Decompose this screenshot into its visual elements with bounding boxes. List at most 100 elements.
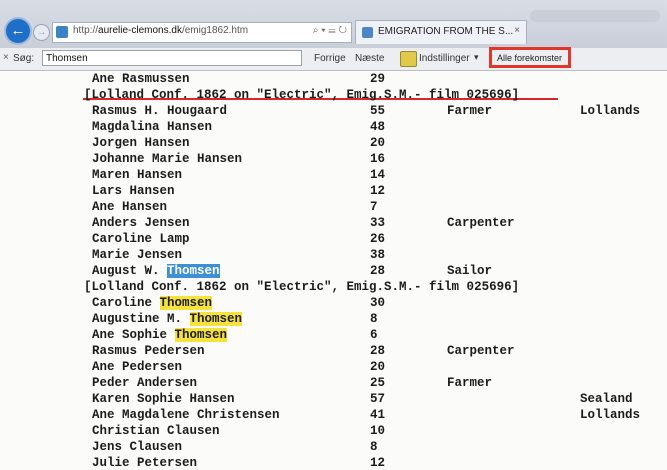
browser-window: ← → http://aurelie-clemons.dk/emig1862.h… [0, 0, 667, 470]
emigrant-age: 30 [370, 296, 386, 310]
emigrant-name: Rasmus Pedersen [92, 344, 205, 358]
table-row: Magdalina Hansen 48 [0, 120, 667, 134]
find-next-button[interactable]: Næste [355, 53, 384, 64]
find-close-icon[interactable]: × [3, 52, 9, 63]
emigrant-name: August W. Thomsen [92, 264, 220, 278]
browser-toolbar: ← → http://aurelie-clemons.dk/emig1862.h… [0, 0, 667, 48]
emigrant-age: 41 [370, 408, 386, 422]
table-row: Rasmus H. Hougaard 55 Farmer Lollands [0, 104, 667, 118]
emigrant-region: Lollands [580, 408, 641, 422]
emigrant-name: Lars Hansen [92, 184, 175, 198]
emigrant-age: 20 [370, 136, 386, 150]
emigrant-name: Anders Jensen [92, 216, 190, 230]
table-row: Rasmus Pedersen 28 Carpenter [0, 344, 667, 358]
emigrant-name: Maren Hansen [92, 168, 183, 182]
emigrant-name: Ane Magdalene Christensen [92, 408, 280, 422]
emigrant-age: 14 [370, 168, 386, 182]
emigrant-age: 8 [370, 440, 378, 454]
emigrant-age: 25 [370, 376, 386, 390]
emigrant-name: Karen Sophie Hansen [92, 392, 235, 406]
page-content: Ane Rasmussen 29 [Lolland Conf. 1862 on "E… [0, 71, 667, 470]
emigrant-age: 26 [370, 232, 386, 246]
back-arrow-icon[interactable]: ← [6, 19, 30, 43]
emigrant-name: Rasmus H. Hougaard [92, 104, 228, 118]
table-row: Marie Jensen 38 [0, 248, 667, 262]
search-match: Thomsen [159, 296, 213, 310]
emigrant-name: Ane Sophie Thomsen [92, 328, 228, 342]
emigrant-occupation: Farmer [447, 376, 493, 390]
table-row: Ane Hansen 7 [0, 200, 667, 214]
table-row: Peder Andersen 25 Farmer [0, 376, 667, 390]
url-host: aurelie-clemons.dk [98, 25, 182, 36]
address-url[interactable]: http://aurelie-clemons.dk/emig1862.htm [73, 25, 248, 36]
emigrant-age: 28 [370, 344, 386, 358]
ship-header-row: [Lolland Conf. 1862 on "Electric", Emig.… [0, 88, 667, 102]
table-row: Augustine M. Thomsen 8 [0, 312, 667, 326]
table-row: Ane Sophie Thomsen 6 [0, 328, 667, 342]
emigrant-occupation: Farmer [447, 104, 493, 118]
emigrant-age: 10 [370, 424, 386, 438]
table-row: Ane Magdalene Christensen 41 Lollands [0, 408, 667, 422]
emigrant-age: 16 [370, 152, 386, 166]
table-row: Karen Sophie Hansen 57 Sealand [0, 392, 667, 406]
emigrant-occupation: Carpenter [447, 344, 515, 358]
blurred-tab-strip [530, 10, 660, 22]
forward-arrow-icon[interactable]: → [33, 24, 50, 41]
emigrant-name: Jens Clausen [92, 440, 183, 454]
emigrant-name: Jorgen Hansen [92, 136, 190, 150]
find-previous-button[interactable]: Forrige [314, 53, 346, 64]
highlight-all-label: Alle forekomster [497, 53, 563, 63]
emigrant-age: 6 [370, 328, 378, 342]
table-row: Ane Pedersen 20 [0, 360, 667, 374]
emigrant-occupation: Carpenter [447, 216, 515, 230]
tab-close-icon[interactable]: × [514, 25, 520, 36]
emigrant-name: Johanne Marie Hansen [92, 152, 243, 166]
table-row: Christian Clausen 10 [0, 424, 667, 438]
tab-title: EMIGRATION FROM THE S... [378, 26, 514, 37]
ship-header: [Lolland Conf. 1862 on "Electric", Emig.… [84, 88, 520, 102]
table-row: Jorgen Hansen 20 [0, 136, 667, 150]
emigrant-age: 29 [370, 72, 386, 86]
highlight-all-button[interactable]: Alle forekomster [489, 47, 571, 68]
site-favicon-icon [56, 26, 68, 38]
table-row: Anders Jensen 33 Carpenter [0, 216, 667, 230]
table-row: Lars Hansen 12 [0, 184, 667, 198]
emigrant-age: 55 [370, 104, 386, 118]
emigrant-name: Ane Rasmussen [92, 72, 190, 86]
table-row: Caroline Lamp 26 [0, 232, 667, 246]
emigrant-name: Augustine M. Thomsen [92, 312, 243, 326]
chevron-down-icon[interactable]: ▾ [474, 52, 479, 63]
emigrant-age: 20 [370, 360, 386, 374]
emigrant-age: 38 [370, 248, 386, 262]
search-match: Thomsen [189, 312, 243, 326]
url-prefix: http:// [73, 25, 99, 36]
emigrant-name: Magdalina Hansen [92, 120, 213, 134]
emigrant-name: Ane Pedersen [92, 360, 183, 374]
ship-header-row: [Lolland Conf. 1862 on "Electric", Emig.… [0, 280, 667, 294]
emigrant-name: Christian Clausen [92, 424, 220, 438]
emigrant-age: 12 [370, 184, 386, 198]
tab-emigration[interactable]: EMIGRATION FROM THE S... × [355, 20, 527, 44]
url-path: /emig1862.htm [181, 25, 249, 36]
emigrant-age: 28 [370, 264, 386, 278]
tab-favicon-icon [362, 27, 373, 38]
table-row: August W. Thomsen 28 Sailor [0, 264, 667, 278]
search-match: Thomsen [174, 328, 228, 342]
find-options-button[interactable]: Indstillinger [419, 53, 470, 64]
emigrant-name: Marie Jensen [92, 248, 183, 262]
ship-header: [Lolland Conf. 1862 on "Electric", Emig.… [84, 280, 520, 294]
emigrant-age: 8 [370, 312, 378, 326]
find-bar: × Søg: Forrige Næste Indstillinger ▾ All… [0, 47, 667, 71]
emigrant-name: Caroline Thomsen [92, 296, 213, 310]
emigrant-age: 33 [370, 216, 386, 230]
emigrant-age: 48 [370, 120, 386, 134]
table-row: Caroline Thomsen 30 [0, 296, 667, 310]
options-icon [400, 51, 417, 67]
find-input[interactable] [42, 50, 302, 66]
address-tools[interactable]: ⌕ ▾ ☰ ↻ [313, 25, 347, 36]
emigrant-name: Ane Hansen [92, 200, 168, 214]
emigrant-name: Caroline Lamp [92, 232, 190, 246]
table-row: Jens Clausen 8 [0, 440, 667, 454]
emigrant-age: 7 [370, 200, 378, 214]
address-bar[interactable]: http://aurelie-clemons.dk/emig1862.htm ⌕… [52, 22, 352, 43]
